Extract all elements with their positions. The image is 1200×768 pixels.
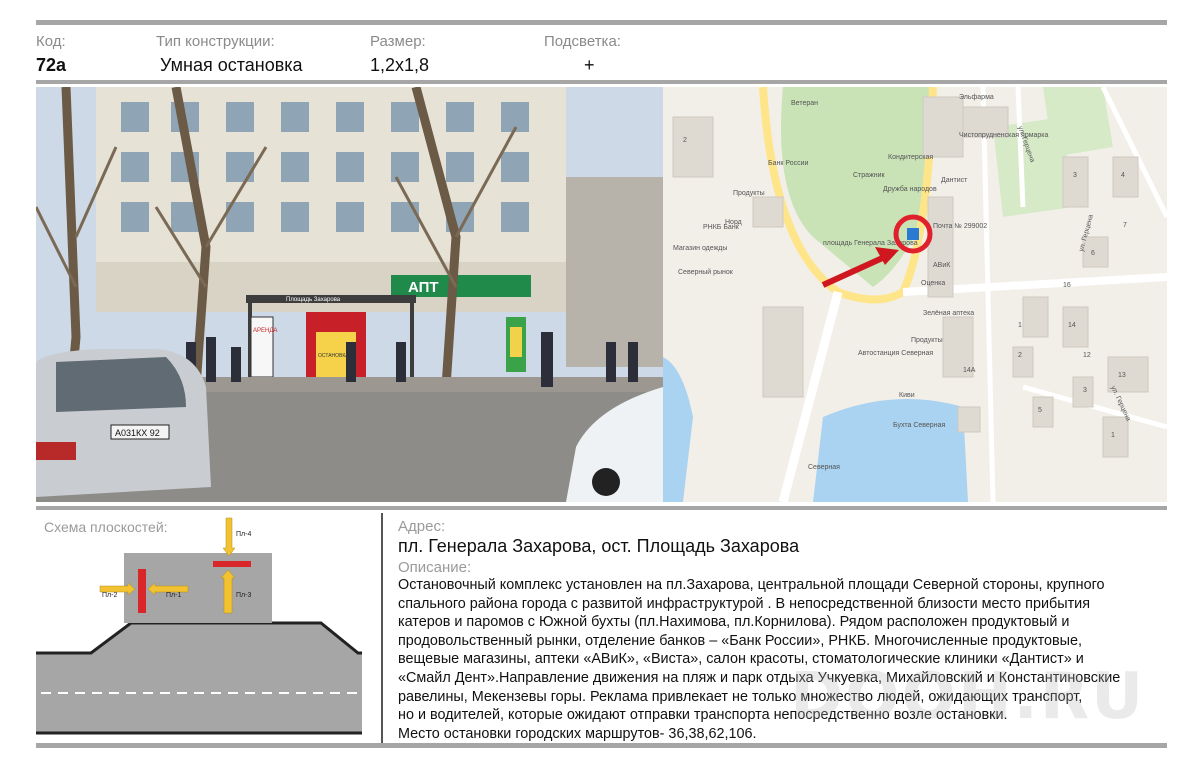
svg-text:6: 6 xyxy=(1091,250,1095,257)
svg-text:Продукты: Продукты xyxy=(733,190,765,197)
plane-label-3: Пл-3 xyxy=(236,592,251,599)
schema-diagram: Пл-1 Пл-2 Пл-3 Пл-4 xyxy=(36,517,362,735)
section-rule xyxy=(36,506,1167,510)
plane-1 xyxy=(138,569,146,613)
middle-rule xyxy=(36,80,1167,84)
svg-text:Чистопрудненская ярмарка: Чистопрудненская ярмарка xyxy=(959,132,1049,139)
svg-text:3: 3 xyxy=(1083,387,1087,394)
svg-text:Зелёная аптека: Зелёная аптека xyxy=(923,310,974,317)
svg-text:4: 4 xyxy=(1121,172,1125,179)
street-photo-illustration: АПТ Площадь Захарова АРЕНДА ОСТАНОВКА А0… xyxy=(36,87,663,502)
location-map: 2 3 4 6 7 16 14 13 12 14А 1 2 5 3 1 ул. … xyxy=(663,87,1167,502)
code-value: 72а xyxy=(36,55,67,75)
address-label: Адрес: xyxy=(398,518,446,535)
plane-label-1: Пл-1 xyxy=(166,592,181,599)
svg-text:Автостанция Северная: Автостанция Северная xyxy=(858,350,933,357)
type-label: Тип конструкции: xyxy=(156,33,275,50)
top-rule xyxy=(36,20,1167,25)
plane-label-2: Пл-2 xyxy=(102,592,117,599)
address-value: пл. Генерала Захарова, ост. Площадь Заха… xyxy=(398,536,800,556)
code-label: Код: xyxy=(36,33,66,50)
svg-text:1: 1 xyxy=(1111,432,1115,439)
svg-text:Магазин одежды: Магазин одежды xyxy=(673,245,727,252)
svg-text:Бухта Северная: Бухта Северная xyxy=(893,422,945,429)
svg-text:Ветеран: Ветеран xyxy=(791,100,818,107)
street-photo: АПТ Площадь Захарова АРЕНДА ОСТАНОВКА А0… xyxy=(36,87,663,502)
svg-text:Кондитерская: Кондитерская xyxy=(888,154,933,161)
svg-text:3: 3 xyxy=(1073,172,1077,179)
ad-text: АРЕНДА xyxy=(253,328,277,334)
plane-label-4: Пл-4 xyxy=(236,531,251,538)
svg-text:2: 2 xyxy=(1018,352,1022,359)
planes-schema: Схема плоскостей: Пл-1 Пл-2 Пл-3 Пл-4 xyxy=(36,513,378,743)
svg-text:Норд: Норд xyxy=(725,219,742,226)
svg-text:12: 12 xyxy=(1083,352,1091,359)
description-label: Описание: xyxy=(398,559,472,576)
svg-text:Эльфарма: Эльфарма xyxy=(959,94,994,101)
shop-sign: АПТ xyxy=(408,279,439,296)
svg-text:7: 7 xyxy=(1123,222,1127,229)
road-surface xyxy=(36,623,362,733)
svg-text:Дантист: Дантист xyxy=(941,177,968,184)
light-value: + xyxy=(584,55,595,75)
light-label: Подсветка: xyxy=(544,33,621,50)
size-label: Размер: xyxy=(370,33,426,50)
svg-text:14: 14 xyxy=(1068,322,1076,329)
svg-text:Стражник: Стражник xyxy=(853,172,886,179)
bus-stop-pin xyxy=(907,228,919,240)
svg-text:Северная: Северная xyxy=(808,464,840,471)
svg-text:13: 13 xyxy=(1118,372,1126,379)
svg-text:Оценка: Оценка xyxy=(921,280,945,287)
svg-text:1: 1 xyxy=(1018,322,1022,329)
schema-title: Схема плоскостей: xyxy=(44,519,168,535)
license-plate: А031КХ 92 xyxy=(115,428,160,438)
svg-text:5: 5 xyxy=(1038,407,1042,414)
size-value: 1,2x1,8 xyxy=(370,55,430,75)
svg-text:Дружба народов: Дружба народов xyxy=(883,185,937,193)
svg-text:Киви: Киви xyxy=(899,392,915,399)
svg-text:АВиК: АВиК xyxy=(933,262,951,269)
watermark: DOOH.RU xyxy=(790,660,1146,734)
bottom-rule xyxy=(36,743,1167,748)
svg-text:Банк России: Банк России xyxy=(768,160,809,167)
type-value: Умная остановка xyxy=(160,55,303,75)
water-bay xyxy=(813,399,968,502)
svg-text:14А: 14А xyxy=(963,367,976,374)
svg-text:2: 2 xyxy=(683,137,687,144)
car-left: А031КХ 92 xyxy=(36,349,211,497)
svg-text:16: 16 xyxy=(1063,282,1071,289)
plane-4 xyxy=(213,561,251,567)
svg-text:Почта № 299002: Почта № 299002 xyxy=(933,223,987,230)
map-illustration: 2 3 4 6 7 16 14 13 12 14А 1 2 5 3 1 ул. … xyxy=(663,87,1167,502)
section-divider xyxy=(381,513,383,743)
stop-sign: Площадь Захарова xyxy=(286,297,341,303)
svg-text:Северный рынок: Северный рынок xyxy=(678,268,734,276)
stop-text: ОСТАНОВКА xyxy=(318,353,349,359)
svg-text:Продукты: Продукты xyxy=(911,337,943,344)
